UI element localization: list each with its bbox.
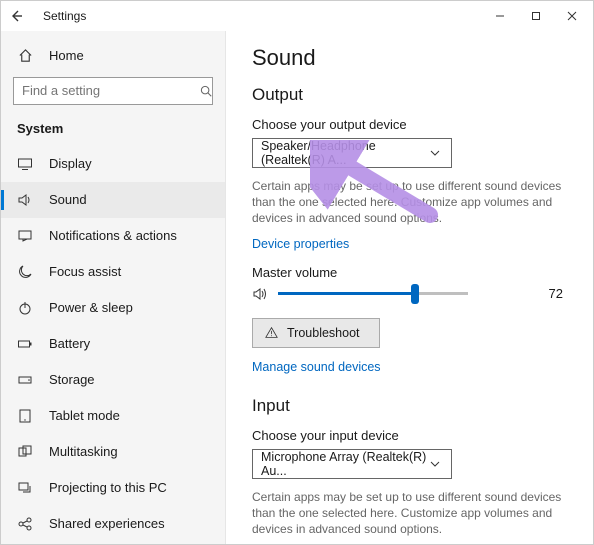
sidebar-item-display[interactable]: Display	[1, 146, 225, 182]
sidebar-item-label: Notifications & actions	[49, 228, 177, 243]
search-icon	[198, 83, 214, 99]
input-device-dropdown[interactable]: Microphone Array (Realtek(R) Au...	[252, 449, 452, 479]
main-content: Sound Output Choose your output device S…	[226, 31, 593, 544]
home-icon	[17, 47, 33, 63]
search-input[interactable]	[22, 83, 198, 98]
window-title: Settings	[43, 9, 86, 23]
sidebar-item-power-sleep[interactable]: Power & sleep	[1, 290, 225, 326]
titlebar: Settings	[1, 1, 593, 31]
sidebar-item-shared-experiences[interactable]: Shared experiences	[1, 506, 225, 542]
input-helper-text: Certain apps may be set up to use differ…	[252, 489, 562, 538]
battery-icon	[17, 336, 33, 352]
sidebar-item-label: Sound	[49, 192, 87, 207]
master-volume-slider[interactable]	[278, 292, 468, 295]
notifications-icon	[17, 228, 33, 244]
troubleshoot-label: Troubleshoot	[287, 326, 360, 340]
sidebar-item-clipboard[interactable]: Clipboard	[1, 542, 225, 544]
multitasking-icon	[17, 444, 33, 460]
input-choose-label: Choose your input device	[252, 428, 563, 443]
sidebar-item-label: Projecting to this PC	[49, 480, 167, 495]
page-title: Sound	[252, 45, 563, 71]
sidebar-item-focus-assist[interactable]: Focus assist	[1, 254, 225, 290]
manage-sound-devices-link[interactable]: Manage sound devices	[252, 360, 381, 374]
master-volume-value: 72	[549, 286, 563, 301]
input-heading: Input	[252, 396, 563, 416]
sidebar-item-projecting[interactable]: Projecting to this PC	[1, 470, 225, 506]
input-device-selected: Microphone Array (Realtek(R) Au...	[261, 450, 427, 478]
sidebar: Home System Display Sound	[1, 31, 226, 544]
troubleshoot-button[interactable]: Troubleshoot	[252, 318, 380, 348]
sidebar-nav: Display Sound Notifications & actions Fo…	[1, 146, 225, 544]
close-button[interactable]	[557, 6, 587, 26]
master-volume-label: Master volume	[252, 265, 563, 280]
sound-icon	[17, 192, 33, 208]
output-device-properties-link[interactable]: Device properties	[252, 237, 349, 251]
search-box[interactable]	[13, 77, 213, 105]
output-device-dropdown[interactable]: Speaker/Headphone (Realtek(R) A...	[252, 138, 452, 168]
display-icon	[17, 156, 33, 172]
chevron-down-icon	[427, 456, 443, 472]
sidebar-item-label: Multitasking	[49, 444, 118, 459]
sidebar-item-label: Display	[49, 156, 92, 171]
output-heading: Output	[252, 85, 563, 105]
tablet-icon	[17, 408, 33, 424]
sidebar-item-multitasking[interactable]: Multitasking	[1, 434, 225, 470]
output-choose-label: Choose your output device	[252, 117, 563, 132]
minimize-button[interactable]	[485, 6, 515, 26]
volume-icon	[252, 286, 268, 302]
sidebar-section-label: System	[1, 117, 225, 146]
sidebar-item-label: Focus assist	[49, 264, 121, 279]
projecting-icon	[17, 480, 33, 496]
sidebar-item-notifications[interactable]: Notifications & actions	[1, 218, 225, 254]
sidebar-item-battery[interactable]: Battery	[1, 326, 225, 362]
sidebar-home[interactable]: Home	[1, 39, 225, 71]
storage-icon	[17, 372, 33, 388]
output-device-selected: Speaker/Headphone (Realtek(R) A...	[261, 139, 427, 167]
shared-icon	[17, 516, 33, 532]
focus-assist-icon	[17, 264, 33, 280]
sidebar-item-label: Power & sleep	[49, 300, 133, 315]
sidebar-item-tablet-mode[interactable]: Tablet mode	[1, 398, 225, 434]
sidebar-home-label: Home	[49, 48, 84, 63]
output-helper-text: Certain apps may be set up to use differ…	[252, 178, 562, 227]
back-button[interactable]	[7, 7, 25, 25]
chevron-down-icon	[427, 145, 443, 161]
sidebar-item-label: Battery	[49, 336, 90, 351]
sidebar-item-label: Tablet mode	[49, 408, 120, 423]
power-icon	[17, 300, 33, 316]
warning-icon	[263, 325, 279, 341]
maximize-button[interactable]	[521, 6, 551, 26]
sidebar-item-label: Shared experiences	[49, 516, 165, 531]
sidebar-item-sound[interactable]: Sound	[1, 182, 225, 218]
sidebar-item-label: Storage	[49, 372, 95, 387]
sidebar-item-storage[interactable]: Storage	[1, 362, 225, 398]
